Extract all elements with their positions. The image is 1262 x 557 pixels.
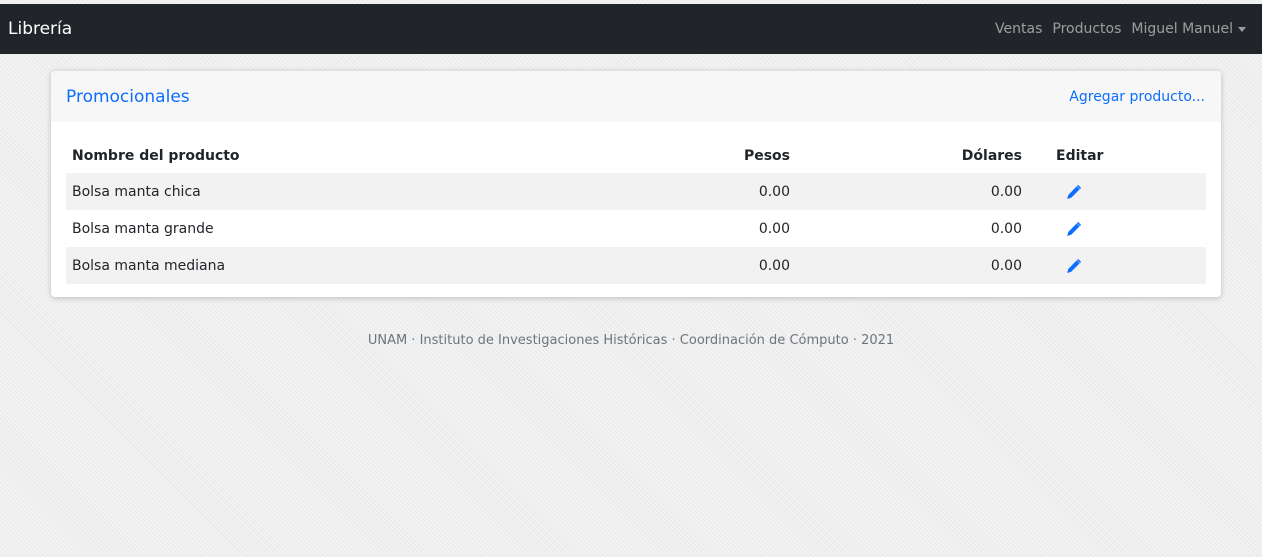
card-title: Promocionales: [66, 86, 190, 107]
edit-cell: [1028, 210, 1206, 247]
product-name: Bolsa manta chica: [66, 173, 626, 210]
products-card: Promocionales Agregar producto... Nombre…: [51, 71, 1221, 297]
page-footer: UNAM · Instituto de Investigaciones Hist…: [367, 333, 895, 348]
add-product-link[interactable]: Agregar producto...: [1069, 89, 1205, 105]
table-row: Bolsa manta mediana 0.00 0.00: [66, 247, 1206, 284]
card-header: Promocionales Agregar producto...: [51, 71, 1221, 122]
table-row: Bolsa manta chica 0.00 0.00: [66, 173, 1206, 210]
product-dolares: 0.00: [796, 173, 1028, 210]
product-pesos: 0.00: [758, 220, 790, 237]
top-navbar: Librería Ventas Productos Miguel Manuel: [0, 4, 1262, 54]
pencil-icon[interactable]: [1066, 258, 1082, 274]
nav-link-productos[interactable]: Productos: [1052, 21, 1121, 37]
product-name: Bolsa manta grande: [72, 220, 214, 237]
table-row: Bolsa manta grande 0.00 0.00: [66, 210, 1206, 247]
header-product-name: Nombre del producto: [72, 147, 240, 164]
header-pesos: Pesos: [743, 147, 790, 164]
user-menu-dropdown[interactable]: Miguel Manuel: [1131, 21, 1246, 37]
product-pesos: 0.00: [626, 247, 796, 284]
pencil-icon[interactable]: [1066, 221, 1082, 237]
nav-link-ventas[interactable]: Ventas: [995, 21, 1042, 37]
product-dolares: 0.00: [990, 220, 1022, 237]
caret-down-icon: [1238, 26, 1246, 32]
edit-cell: [1028, 247, 1206, 284]
product-dolares: 0.00: [796, 247, 1028, 284]
table-header-row: Nombre del producto Pesos Dólares Editar: [66, 138, 1206, 173]
user-name: Miguel Manuel: [1131, 21, 1233, 37]
header-editar: Editar: [1056, 147, 1104, 164]
nav-menu: Ventas Productos Miguel Manuel: [985, 21, 1246, 37]
pencil-icon[interactable]: [1066, 184, 1082, 200]
product-pesos: 0.00: [626, 173, 796, 210]
header-dolares: Dólares: [961, 147, 1022, 164]
brand-logo-text[interactable]: Librería: [8, 19, 72, 39]
product-name: Bolsa manta mediana: [66, 247, 626, 284]
products-table: Nombre del producto Pesos Dólares Editar…: [66, 138, 1206, 284]
edit-cell: [1028, 173, 1206, 210]
